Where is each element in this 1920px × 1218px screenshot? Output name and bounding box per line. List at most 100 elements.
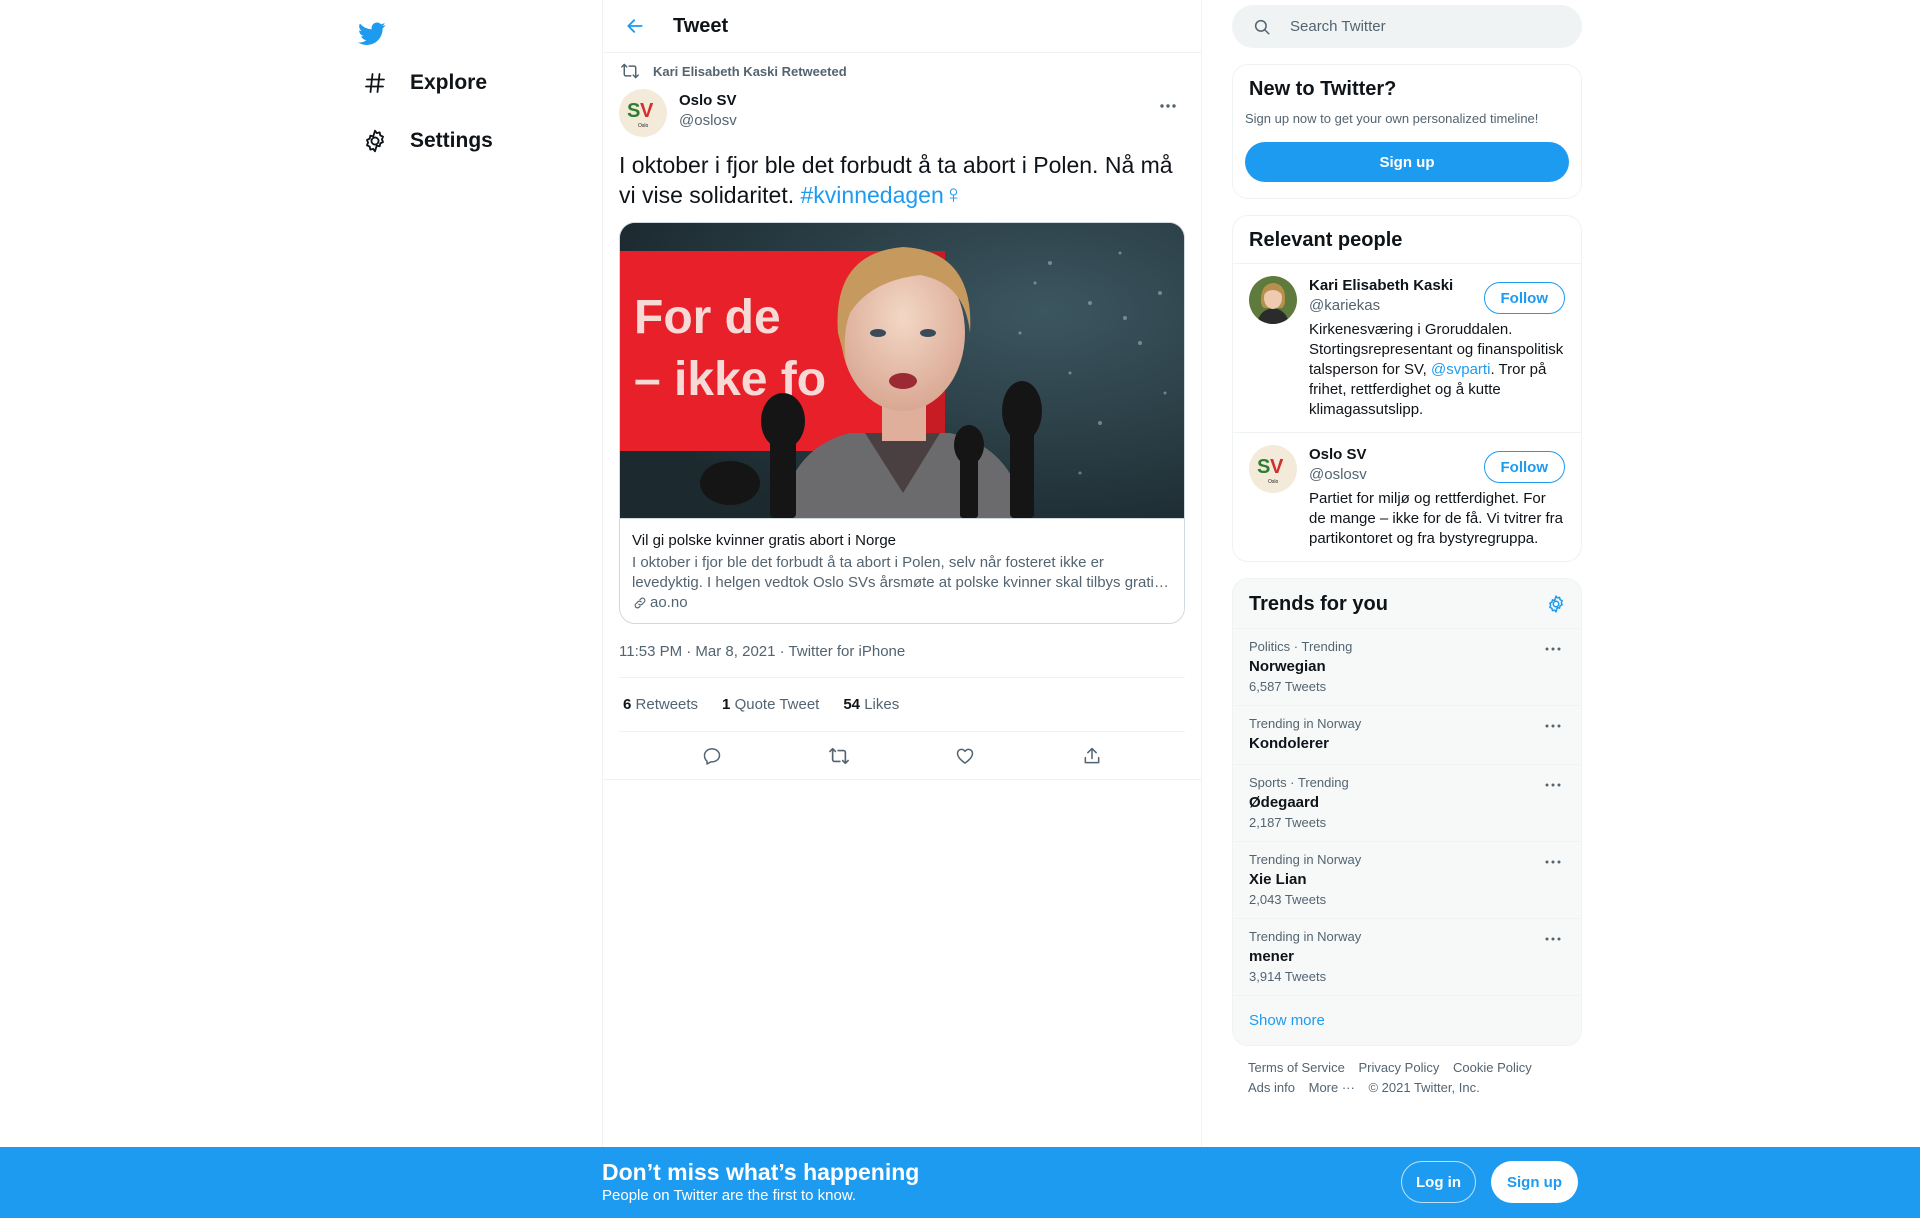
svg-text:V: V <box>1270 456 1284 478</box>
trend-count: 3,914 Tweets <box>1249 969 1327 984</box>
retweet-action-icon <box>828 747 849 764</box>
back-button[interactable] <box>617 8 653 44</box>
card-sign-line2: – ikke fo <box>634 353 826 406</box>
share-button[interactable] <box>1074 738 1110 774</box>
avatar-subtext: Oslo <box>1268 479 1279 485</box>
card-photo: For de – ikke fo <box>620 223 1184 518</box>
trend-name: Xie Lian <box>1249 871 1307 888</box>
new-to-twitter-title: New to Twitter? <box>1249 78 1397 100</box>
trend-item[interactable]: Trending in Norway Kondolerer <box>1233 706 1581 765</box>
tweet-text: I oktober i fjor ble det forbudt å ta ab… <box>619 151 1185 210</box>
search-bar[interactable] <box>1232 5 1582 48</box>
likes-label: Likes <box>864 696 900 713</box>
trends-title: Trends for you <box>1249 592 1388 615</box>
card-sign-line1: For de <box>634 291 781 344</box>
reply-icon <box>704 747 721 765</box>
trend-count: 2,187 Tweets <box>1249 815 1327 830</box>
female-sign-icon: ♀ <box>943 179 964 209</box>
more-link[interactable]: More ··· <box>1309 1080 1355 1095</box>
trend-context: Trending in Norway <box>1249 852 1362 867</box>
author-handle[interactable]: @oslosv <box>679 111 737 131</box>
hashtag-link[interactable]: #kvinnedagen <box>801 182 944 208</box>
trends-header: Trends for you <box>1233 579 1581 629</box>
retweet-button[interactable] <box>821 738 857 774</box>
new-to-twitter-subtitle: Sign up now to get your own personalized… <box>1245 111 1539 126</box>
trend-more-button[interactable] <box>1539 852 1567 872</box>
search-input[interactable] <box>1290 18 1550 35</box>
trend-item[interactable]: Trending in Norway Xie Lian 2,043 Tweets <box>1233 842 1581 919</box>
ads-info-link[interactable]: Ads info <box>1248 1080 1295 1095</box>
author-names: Oslo SV @oslosv <box>679 91 737 131</box>
tweet-stats: 6 Retweets 1 Quote Tweet 54 Likes <box>619 678 1185 732</box>
mention-link[interactable]: @svparti <box>1431 361 1490 378</box>
gear-icon <box>1549 594 1563 613</box>
trend-context: Politics · Trending <box>1249 639 1353 654</box>
more-dots-icon <box>1160 104 1176 108</box>
nav-settings-label: Settings <box>410 129 493 152</box>
like-button[interactable] <box>947 738 983 774</box>
signup-button[interactable]: Sign up <box>1491 1161 1578 1203</box>
twitter-logo-icon[interactable] <box>348 10 396 58</box>
footer-links: Terms of Service Privacy Policy Cookie P… <box>1232 1058 1582 1098</box>
person-card[interactable]: S V Oslo Oslo SV @oslosv Partiet for mil… <box>1233 433 1581 561</box>
retweet-icon <box>619 60 641 82</box>
more-options-button[interactable] <box>1151 89 1185 123</box>
more-dots-icon <box>1545 937 1561 941</box>
sidebar-signup-button[interactable]: Sign up <box>1245 142 1569 182</box>
follow-button[interactable]: Follow <box>1483 451 1565 483</box>
reply-button[interactable] <box>694 738 730 774</box>
tweet-actions <box>619 732 1185 779</box>
likes-stat[interactable]: 54 Likes <box>843 696 899 713</box>
follow-button[interactable]: Follow <box>1483 282 1565 314</box>
trend-more-button[interactable] <box>1539 639 1567 659</box>
person-bio: Kirkenesværing i Groruddalen. Stortingsr… <box>1309 320 1565 420</box>
right-sidebar: New to Twitter? Sign up now to get your … <box>1232 0 1582 1098</box>
page-title: Tweet <box>673 14 729 37</box>
tweet-timestamp[interactable]: 11:53 PM · Mar 8, 2021 · Twitter for iPh… <box>619 626 1185 678</box>
person-bio: Partiet for miljø og rettferdighet. For … <box>1309 490 1564 547</box>
trend-context: Trending in Norway <box>1249 929 1362 944</box>
trend-name: Kondolerer <box>1249 735 1330 752</box>
tweet: Kari Elisabeth Kaski Retweeted S V Oslo … <box>603 53 1201 780</box>
svg-text:S: S <box>1257 456 1270 478</box>
avatar[interactable] <box>1249 276 1297 324</box>
relevant-people-box: Relevant people Kari Elisabeth Kaski @ka… <box>1232 215 1582 562</box>
relevant-people-title: Relevant people <box>1249 229 1403 251</box>
trend-item[interactable]: Politics · Trending Norwegian 6,587 Twee… <box>1233 629 1581 706</box>
card-domain: ao.no <box>632 593 1172 613</box>
avatar[interactable]: S V Oslo <box>1249 445 1297 493</box>
trend-context: Sports · Trending <box>1249 775 1349 790</box>
link-card[interactable]: For de – ikke fo Vil gi polske kvinner g… <box>619 222 1185 624</box>
login-button[interactable]: Log in <box>1401 1161 1476 1203</box>
card-domain-text: ao.no <box>650 594 688 611</box>
trend-more-button[interactable] <box>1539 929 1567 949</box>
trend-item[interactable]: Sports · Trending Ødegaard 2,187 Tweets <box>1233 765 1581 842</box>
trend-more-button[interactable] <box>1539 775 1567 795</box>
retweets-stat[interactable]: 6 Retweets <box>623 696 698 713</box>
svg-text:S: S <box>627 100 640 122</box>
back-arrow-icon <box>627 19 643 33</box>
trends-settings-button[interactable] <box>1541 589 1571 619</box>
more-dots-icon <box>1545 724 1561 728</box>
relevant-people-header: Relevant people <box>1233 216 1581 264</box>
card-title: Vil gi polske kvinner gratis abort i Nor… <box>632 532 897 549</box>
more-dots-icon <box>1545 647 1561 651</box>
retweet-context-text[interactable]: Kari Elisabeth Kaski Retweeted <box>653 64 847 79</box>
new-to-twitter-box: New to Twitter? Sign up now to get your … <box>1232 64 1582 199</box>
trend-context: Trending in Norway <box>1249 716 1362 731</box>
tweet-author: S V Oslo Oslo SV @oslosv <box>619 89 1185 147</box>
trend-item[interactable]: Trending in Norway mener 3,914 Tweets <box>1233 919 1581 996</box>
nav-explore[interactable]: Explore <box>348 57 499 109</box>
nav-settings[interactable]: Settings <box>348 115 505 167</box>
hashtag-icon <box>360 68 390 98</box>
trend-more-button[interactable] <box>1539 716 1567 736</box>
avatar[interactable]: S V Oslo <box>619 89 667 137</box>
terms-link[interactable]: Terms of Service <box>1248 1060 1345 1075</box>
show-more-link[interactable]: Show more <box>1233 996 1581 1045</box>
quotes-label: Quote Tweet <box>734 696 820 713</box>
quotes-stat[interactable]: 1 Quote Tweet <box>722 696 819 713</box>
privacy-link[interactable]: Privacy Policy <box>1358 1060 1439 1075</box>
author-name[interactable]: Oslo SV <box>679 91 737 111</box>
cookie-link[interactable]: Cookie Policy <box>1453 1060 1532 1075</box>
person-card[interactable]: Kari Elisabeth Kaski @kariekas Kirkenesv… <box>1233 264 1581 433</box>
